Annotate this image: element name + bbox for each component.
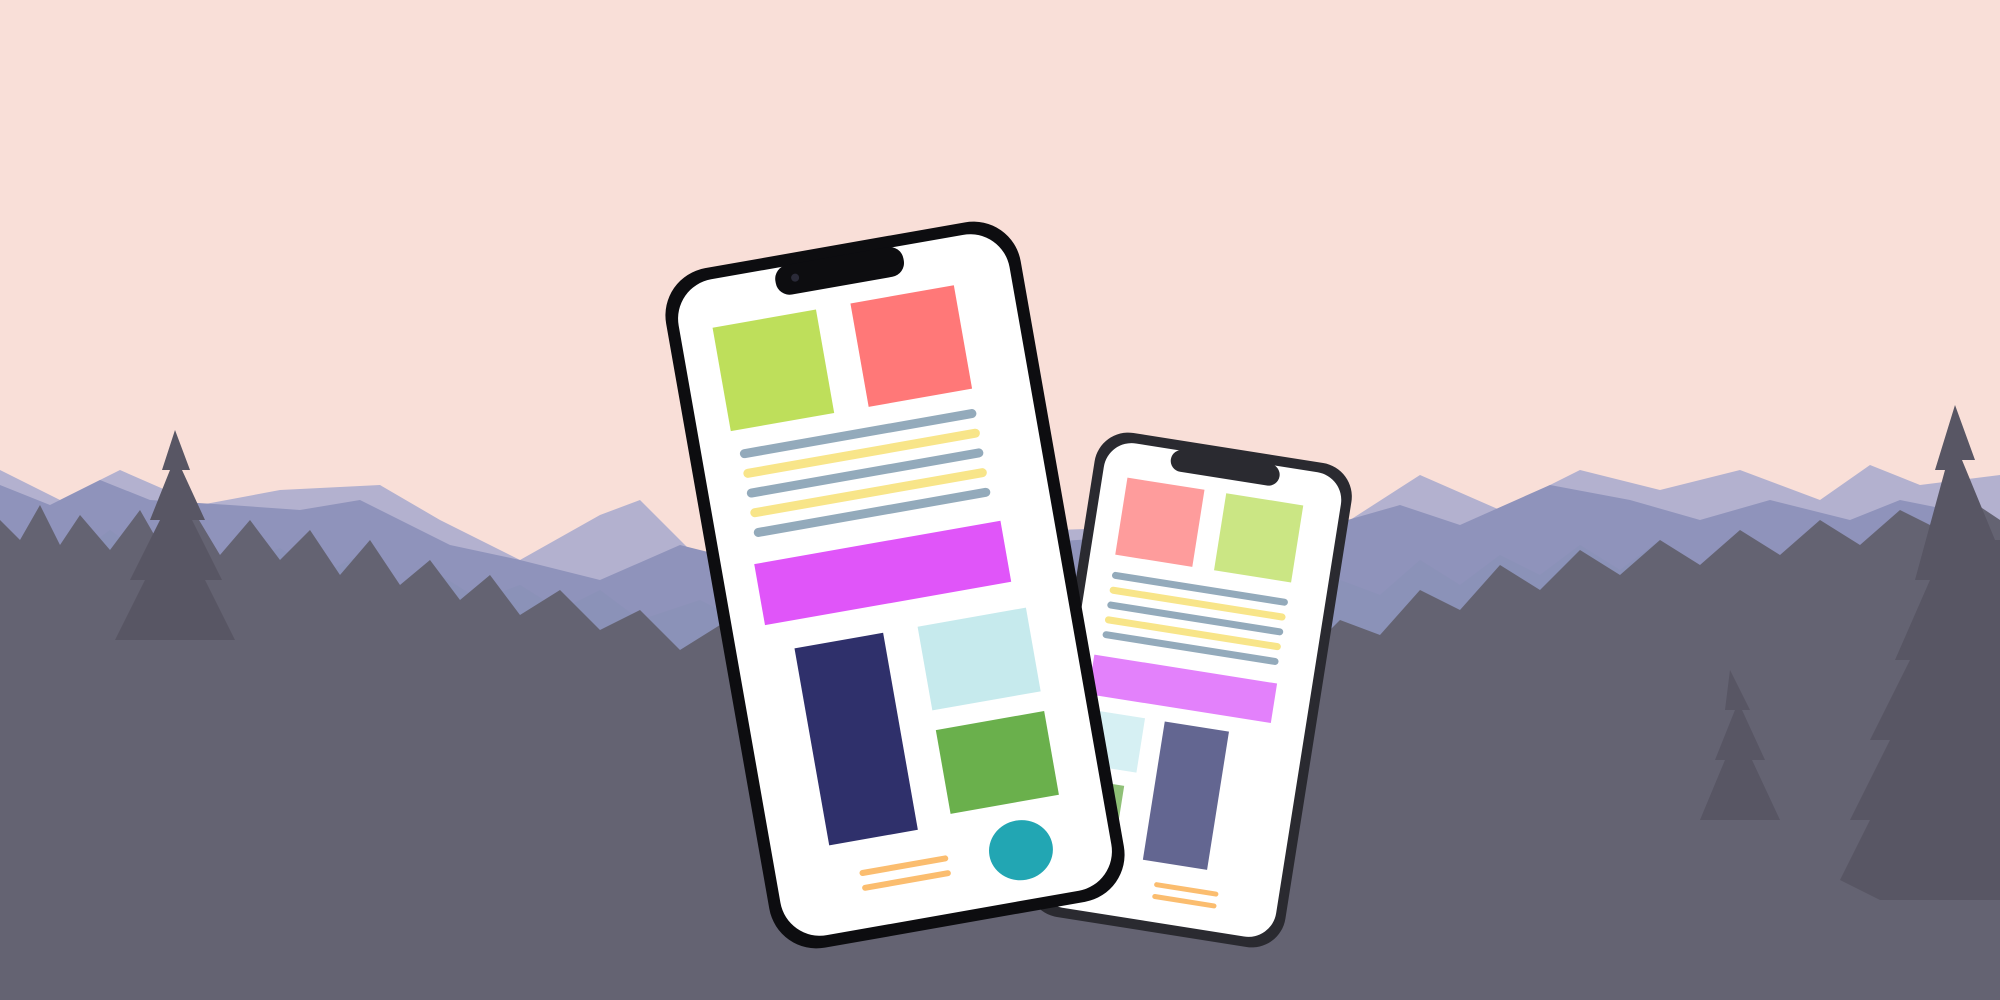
phone-front-tile-red [850, 285, 973, 407]
phone-back-tile-2 [1214, 493, 1304, 583]
phone-front-tile-green [712, 309, 835, 432]
phone-back-tile-1 [1115, 477, 1205, 567]
illustration-scene [0, 0, 2000, 1000]
